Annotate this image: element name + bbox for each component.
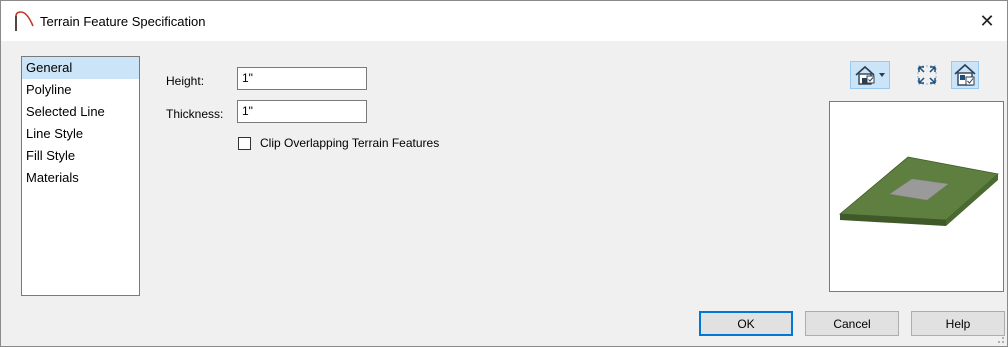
render-preview-button[interactable] — [951, 61, 979, 89]
clip-overlapping-checkbox[interactable] — [238, 137, 251, 150]
thickness-input[interactable]: 1" — [237, 100, 367, 123]
category-item-general[interactable]: General — [22, 57, 139, 79]
category-item-polyline[interactable]: Polyline — [22, 79, 139, 101]
close-icon: ✕ — [979, 10, 995, 31]
house-view-icon — [855, 65, 885, 85]
ok-button[interactable]: OK — [699, 311, 793, 336]
resize-grip-icon[interactable] — [995, 334, 1005, 344]
cancel-button[interactable]: Cancel — [805, 311, 899, 336]
category-item-line-style[interactable]: Line Style — [22, 123, 139, 145]
category-item-materials[interactable]: Materials — [22, 167, 139, 189]
help-button[interactable]: Help — [911, 311, 1005, 336]
fill-window-icon — [917, 65, 937, 85]
window-title: Terrain Feature Specification — [40, 14, 206, 29]
clip-overlapping-label[interactable]: Clip Overlapping Terrain Features — [260, 136, 439, 150]
thickness-label: Thickness: — [166, 107, 224, 121]
terrain-arc-icon — [15, 11, 34, 31]
category-item-selected-line[interactable]: Selected Line — [22, 101, 139, 123]
category-list[interactable]: General Polyline Selected Line Line Styl… — [21, 56, 140, 296]
title-bar[interactable]: Terrain Feature Specification ✕ — [1, 1, 1007, 41]
view-options-button[interactable] — [850, 61, 890, 89]
close-button[interactable]: ✕ — [967, 1, 1007, 41]
terrain-preview-graphic — [838, 156, 999, 226]
preview-pane[interactable] — [829, 101, 1004, 292]
height-label: Height: — [166, 74, 205, 88]
category-item-fill-style[interactable]: Fill Style — [22, 145, 139, 167]
fill-window-button[interactable] — [913, 61, 941, 89]
render-preview-icon — [954, 63, 976, 86]
terrain-feature-dialog: Terrain Feature Specification ✕ General … — [0, 0, 1008, 347]
height-input[interactable]: 1" — [237, 67, 367, 90]
